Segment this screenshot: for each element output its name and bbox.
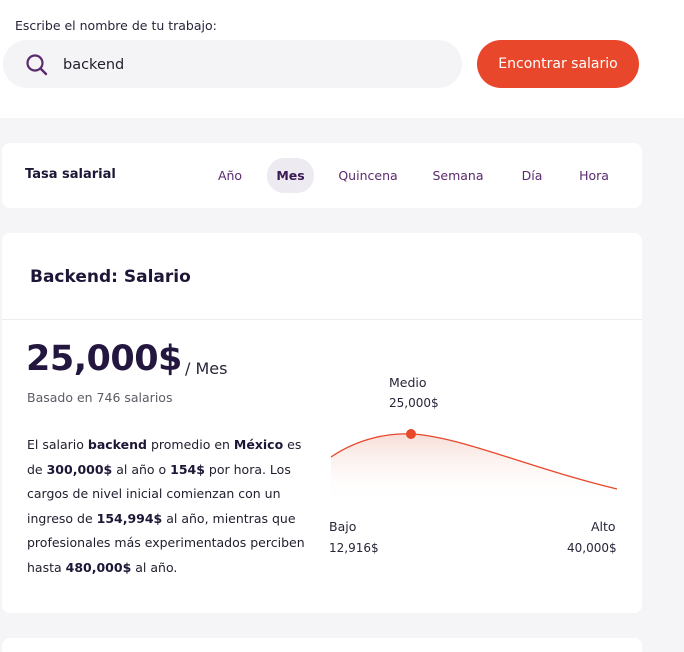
tab-week[interactable]: Semana: [426, 158, 490, 193]
tab-hour[interactable]: Hora: [571, 158, 617, 193]
next-card: [2, 638, 642, 652]
search-icon: [26, 54, 48, 76]
divider: [2, 319, 642, 320]
salary-card: Backend: Salario 25,000$ / Mes Basado en…: [2, 233, 642, 613]
tab-day[interactable]: Día: [514, 158, 550, 193]
median-value: 25,000$: [389, 396, 439, 410]
salary-title: Backend: Salario: [30, 267, 191, 287]
based-on-count: Basado en 746 salarios: [27, 390, 173, 405]
distribution-curve: [330, 429, 618, 503]
salary-description: El salario backend promedio en México es…: [27, 437, 305, 575]
search-label: Escribe el nombre de tu trabajo:: [15, 18, 217, 33]
find-salary-button[interactable]: Encontrar salario: [477, 40, 639, 88]
median-label: Medio: [389, 375, 427, 390]
salary-period: / Mes: [185, 359, 228, 378]
salary-amount: 25,000$: [26, 339, 182, 379]
low-value: 12,916$: [329, 541, 379, 555]
search-input[interactable]: [63, 54, 443, 76]
tab-month[interactable]: Mes: [267, 158, 314, 193]
tab-fortnight[interactable]: Quincena: [332, 158, 404, 193]
search-section: Escribe el nombre de tu trabajo: Encontr…: [0, 0, 684, 118]
high-value: 40,000$: [567, 541, 617, 555]
salary-rate-title: Tasa salarial: [25, 167, 116, 182]
salary-rate-card: Tasa salarial Año Mes Quincena Semana Dí…: [2, 143, 642, 208]
tab-year[interactable]: Año: [208, 158, 252, 193]
median-marker: [406, 429, 416, 439]
search-box[interactable]: [3, 40, 462, 88]
low-label: Bajo: [329, 519, 357, 534]
high-label: Alto: [591, 519, 616, 534]
